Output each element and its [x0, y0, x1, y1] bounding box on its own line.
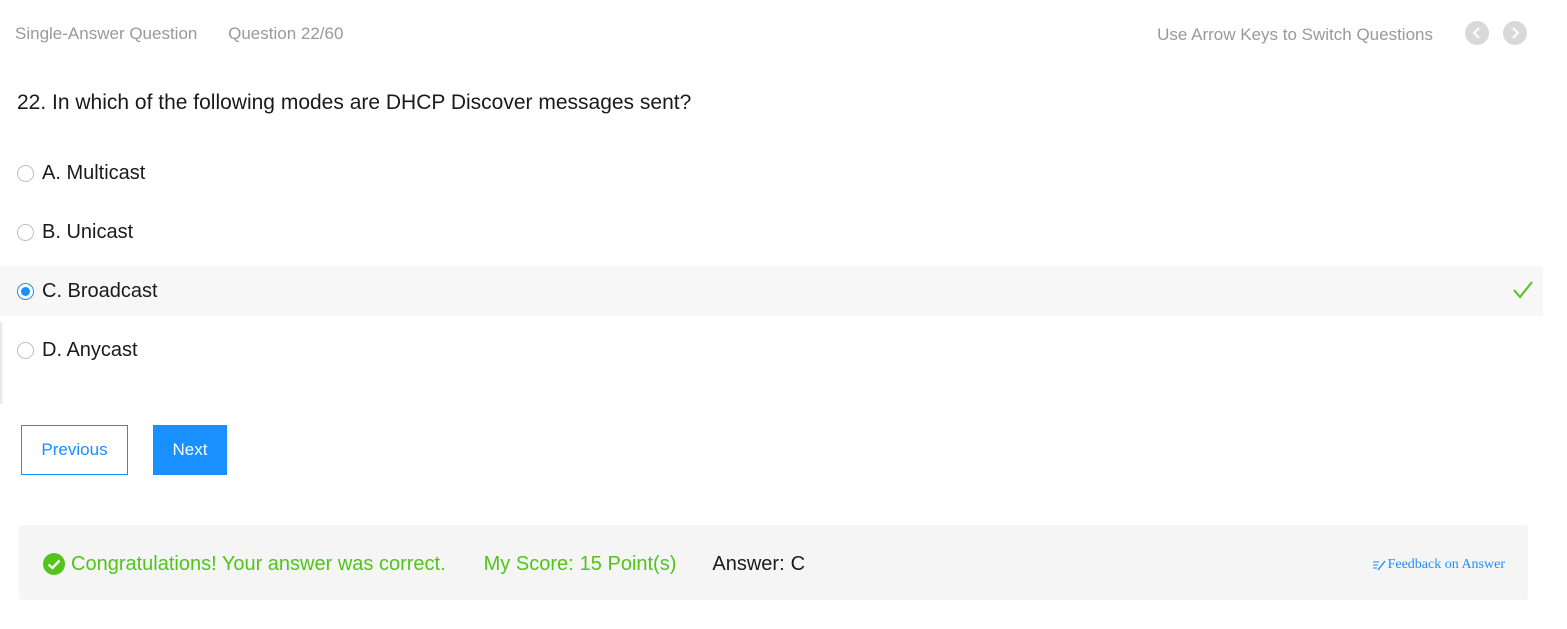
answer-value: C — [790, 552, 806, 575]
option-a[interactable]: A. Multicast — [0, 148, 1543, 198]
answer-label: Answer: — [712, 552, 785, 575]
score-value: 15 Point(s) — [579, 552, 677, 575]
prev-question-button[interactable] — [1465, 21, 1489, 45]
chevron-left-icon — [1472, 27, 1480, 39]
option-d[interactable]: D. Anycast — [0, 325, 1543, 375]
chevron-right-icon — [1512, 27, 1520, 39]
option-b-label: B. Unicast — [42, 220, 134, 243]
option-b-radio[interactable] — [17, 223, 34, 241]
question-type: Single-Answer Question — [15, 24, 198, 43]
result-panel: Congratulations! Your answer was correct… — [19, 525, 1528, 600]
side-shadow — [0, 322, 4, 404]
option-a-label: A. Multicast — [42, 161, 146, 184]
correct-check-icon — [1513, 281, 1533, 299]
keyboard-hint: Use Arrow Keys to Switch Questions — [1157, 25, 1433, 44]
option-d-radio[interactable] — [17, 341, 34, 359]
previous-button[interactable]: Previous — [21, 425, 128, 475]
option-c-radio[interactable] — [17, 282, 34, 300]
option-c[interactable]: C. Broadcast — [0, 266, 1543, 316]
next-button[interactable]: Next — [153, 425, 227, 475]
option-a-radio[interactable] — [17, 164, 34, 182]
check-circle-icon — [43, 553, 65, 575]
score-label: My Score: — [483, 552, 574, 575]
question-meta: Single-Answer Question Question 22/60 — [15, 24, 343, 44]
quiz-page: Single-Answer Question Question 22/60 Us… — [0, 0, 1567, 629]
feedback-link[interactable]: Feedback on Answer — [1372, 557, 1505, 573]
next-question-button[interactable] — [1503, 21, 1527, 45]
edit-icon — [1372, 560, 1386, 571]
result-summary: Congratulations! Your answer was correct… — [42, 552, 805, 576]
correct-answer: Answer: C — [712, 553, 805, 576]
option-d-label: D. Anycast — [42, 338, 138, 361]
result-message: Congratulations! Your answer was correct… — [71, 552, 446, 575]
feedback-label[interactable]: Feedback on Answer — [1388, 557, 1505, 573]
score: My Score: 15 Point(s) — [484, 553, 677, 576]
question-counter: Question 22/60 — [228, 24, 344, 43]
question-text: 22. In which of the following modes are … — [17, 91, 692, 114]
option-b[interactable]: B. Unicast — [0, 207, 1543, 257]
option-c-label: C. Broadcast — [42, 279, 158, 302]
